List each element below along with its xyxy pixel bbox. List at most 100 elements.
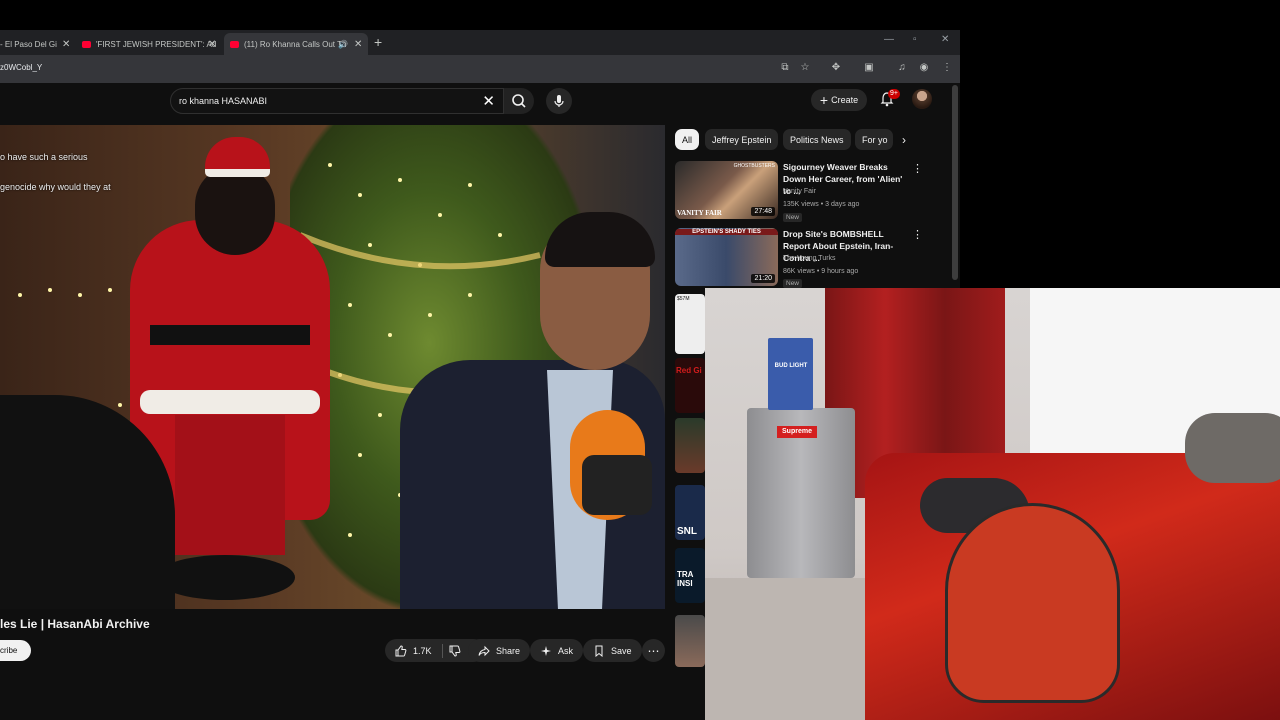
kebab-menu-icon[interactable]: ⋮	[912, 162, 923, 175]
chip-label: All	[682, 134, 693, 145]
kebab-menu-icon[interactable]: ⋮	[912, 228, 923, 241]
bookmark-icon	[595, 645, 603, 657]
microphone-grill	[582, 455, 652, 515]
search-input[interactable]: ro khanna HASANABI	[179, 96, 267, 106]
recommendation-thumbnail[interactable]: SNL	[675, 485, 705, 540]
person-hair	[545, 212, 655, 267]
media-control-icon[interactable]: ♫	[895, 61, 909, 75]
santa-fur-trim	[140, 390, 320, 414]
subscribe-button[interactable]: cribe	[0, 640, 31, 661]
duration-badge: 27:48	[751, 207, 775, 216]
create-button[interactable]: + Create	[811, 89, 867, 111]
like-count: 1.7K	[413, 645, 432, 656]
chat-overlay-line: genocide why would they at	[0, 182, 111, 192]
thumbnail-text: TRA INSI	[677, 570, 694, 588]
voice-search-button[interactable]	[546, 88, 572, 114]
chip-for-you[interactable]: For yo	[855, 129, 893, 150]
youtube-icon	[230, 40, 239, 48]
url-text[interactable]: z0WCobl_Y	[0, 63, 42, 72]
chevron-right-icon[interactable]: ›	[902, 133, 906, 147]
address-bar: z0WCobl_Y ⧉ ☆ ✥ ▣ ♫ ◉ ⋮	[0, 55, 960, 83]
pillow	[1185, 413, 1280, 483]
new-badge: New	[783, 213, 803, 222]
save-button[interactable]: Save	[583, 639, 642, 662]
new-badge: New	[783, 279, 803, 288]
subscribe-label: cribe	[0, 646, 18, 655]
youtube-icon	[82, 40, 91, 48]
browser-tab[interactable]: - El Paso Del Gi ✕	[0, 33, 72, 55]
chip-label: For yo	[862, 134, 888, 145]
recommendation-thumbnail[interactable]: $57M	[675, 294, 705, 354]
thumbnail-text: GHOSTBUSTERS	[733, 163, 775, 169]
recommendation-thumbnail[interactable]: TRA INSI	[675, 548, 705, 603]
channel-name[interactable]: Vanity Fair	[783, 188, 816, 195]
chat-overlay-line: o have such a serious	[0, 152, 88, 162]
thumbs-down-icon[interactable]	[449, 645, 461, 657]
share-button[interactable]: Share	[468, 639, 531, 662]
ask-label: Ask	[558, 645, 574, 656]
video-player[interactable]: o have such a serious genocide why would…	[0, 125, 665, 609]
avatar[interactable]	[912, 89, 932, 109]
santa-base	[155, 555, 295, 600]
beer-box: BUD LIGHT	[768, 338, 813, 410]
minimize-icon[interactable]: —	[884, 34, 894, 45]
video-meta: 135K views • 3 days ago	[783, 201, 860, 208]
kebab-menu-icon[interactable]: ⋮	[940, 61, 954, 75]
chip-jeffrey-epstein[interactable]: Jeffrey Epstein	[705, 129, 779, 150]
recommendation-thumbnail[interactable]	[675, 418, 705, 473]
extensions-icon[interactable]: ✥	[829, 61, 843, 75]
tab-title: (11) Ro Khanna Calls Out Th	[244, 39, 347, 49]
cast-icon[interactable]: ⧉	[778, 61, 792, 75]
webcam-overlay: BUD LIGHT Supreme	[705, 288, 1280, 720]
close-window-icon[interactable]: ✕	[941, 34, 949, 45]
profile-icon[interactable]: ◉	[917, 61, 931, 75]
sticker: Supreme	[777, 426, 817, 438]
search-box[interactable]: ro khanna HASANABI ✕	[170, 88, 504, 114]
more-horizontal-icon: ⋯	[647, 643, 660, 658]
channel-name[interactable]: The Young Turks	[783, 255, 836, 262]
box-text: BUD LIGHT	[774, 363, 808, 369]
speaker-icon[interactable]: 🔊	[338, 40, 348, 49]
gaming-chair	[945, 503, 1120, 703]
close-icon[interactable]: ✕	[354, 39, 362, 50]
chip-politics-news[interactable]: Politics News	[783, 129, 851, 150]
plus-icon: +	[819, 92, 829, 108]
chip-label: Jeffrey Epstein	[712, 134, 772, 145]
save-label: Save	[611, 645, 632, 656]
recommendation-thumbnail[interactable]: EPSTEIN'S SHADY TIES 21:20	[675, 228, 778, 286]
santa-belt	[150, 325, 310, 345]
sidepanel-icon[interactable]: ▣	[862, 61, 876, 75]
recommendation-thumbnail[interactable]: GHOSTBUSTERS VANITY FAIR 27:48	[675, 161, 778, 219]
new-tab-icon[interactable]: +	[374, 34, 382, 50]
star-icon[interactable]: ☆	[798, 61, 812, 75]
close-icon[interactable]: ✕	[208, 39, 216, 50]
youtube-masthead: ro khanna HASANABI ✕ + Create 9+	[0, 83, 960, 125]
tab-title: 'FIRST JEWISH PRESIDENT': Ad	[96, 39, 217, 49]
divider	[441, 643, 443, 658]
clear-search-icon[interactable]: ✕	[482, 92, 495, 110]
microphone-icon	[554, 95, 564, 107]
search-icon	[512, 94, 526, 108]
browser-tab-active[interactable]: (11) Ro Khanna Calls Out Th 🔊 ✕	[224, 33, 368, 55]
sparkle-icon	[541, 645, 551, 656]
notification-badge: 9+	[888, 89, 900, 99]
screen: - El Paso Del Gi ✕ 'FIRST JEWISH PRESIDE…	[0, 0, 1280, 720]
scrollbar[interactable]	[952, 85, 958, 280]
thumbnail-text: EPSTEIN'S SHADY TIES	[675, 229, 778, 235]
thumbs-up-icon	[395, 644, 407, 656]
maximize-icon[interactable]: ▫	[913, 34, 917, 45]
thumbnail-text: SNL	[677, 526, 697, 537]
browser-tab[interactable]: 'FIRST JEWISH PRESIDENT': Ad ✕	[82, 33, 220, 55]
tab-strip: - El Paso Del Gi ✕ 'FIRST JEWISH PRESIDE…	[0, 30, 960, 55]
thumbnail-text: $57M	[677, 296, 690, 302]
ask-button[interactable]: Ask	[530, 639, 584, 662]
thumbnail-text: VANITY FAIR	[677, 209, 722, 217]
chip-all[interactable]: All	[675, 129, 700, 150]
share-label: Share	[496, 645, 521, 656]
recommendation-thumbnail[interactable]	[675, 615, 705, 667]
close-icon[interactable]: ✕	[62, 39, 70, 50]
share-icon	[478, 645, 490, 656]
more-actions-button[interactable]: ⋯	[642, 639, 665, 662]
search-button[interactable]	[504, 88, 534, 114]
recommendation-thumbnail[interactable]: Red Gi	[675, 358, 705, 413]
